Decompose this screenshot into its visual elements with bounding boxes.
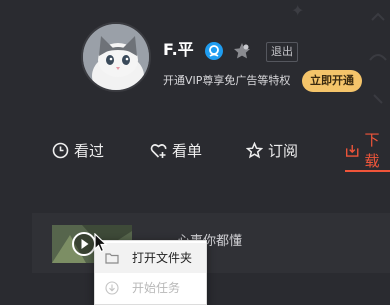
avatar[interactable]: [81, 22, 151, 92]
list-item[interactable]: 心事你都懂: [32, 213, 390, 273]
logout-button[interactable]: 退出: [266, 42, 298, 62]
menu-item-label: 打开文件夹: [132, 251, 193, 265]
menu-item-open-folder[interactable]: 打开文件夹: [95, 243, 206, 273]
profile-header: ✦ F.平 退出 开通VIP尊享免广告等特权 立即开通: [0, 0, 390, 120]
tab-history[interactable]: 看过: [52, 138, 104, 162]
tab-download[interactable]: 下载: [345, 131, 390, 170]
cat-avatar-image: [83, 24, 149, 90]
context-menu: 打开文件夹 开始任务: [94, 240, 207, 305]
star-icon: [246, 141, 263, 158]
vip-promo-text: 开通VIP尊享免广告等特权: [163, 74, 291, 87]
verified-badge-icon: [205, 42, 223, 60]
tab-watchlist-label: 看单: [172, 141, 203, 160]
menu-item-label: 开始任务: [132, 281, 181, 295]
tab-bar: 看过 看单 订阅 下载: [0, 128, 390, 172]
tab-history-label: 看过: [74, 141, 105, 160]
username[interactable]: F.平: [163, 40, 194, 60]
tab-subscribe[interactable]: 订阅: [246, 138, 298, 162]
app-root: ✦ F.平 退出 开通VIP尊享免广告等特权 立即开通 看过 看单 订阅 下载 …: [0, 0, 390, 305]
mouse-cursor-icon: [94, 233, 108, 253]
vip-open-button[interactable]: 立即开通: [302, 70, 362, 92]
decorative-star-icon: ✦: [291, 1, 305, 20]
decorative-pattern-icon: [369, 12, 387, 104]
level-star-icon[interactable]: [232, 41, 252, 61]
active-tab-indicator: [345, 170, 390, 172]
clock-icon: [52, 142, 69, 158]
folder-icon: [105, 253, 119, 264]
tab-download-label: 下载: [364, 131, 380, 170]
menu-item-start-task: 开始任务: [95, 273, 206, 303]
download-icon: [346, 144, 359, 157]
heart-plus-icon: [150, 143, 167, 158]
tab-subscribe-label: 订阅: [268, 141, 299, 160]
download-arrow-icon: [105, 281, 119, 295]
tab-watchlist[interactable]: 看单: [150, 138, 202, 162]
play-icon[interactable]: [72, 232, 96, 256]
